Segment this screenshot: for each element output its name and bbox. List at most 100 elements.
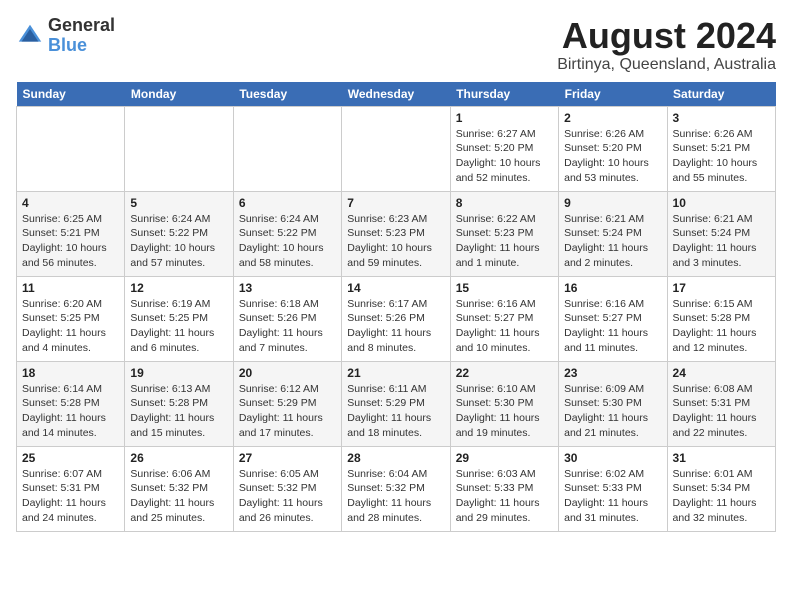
calendar-cell <box>125 106 233 191</box>
day-info: Sunrise: 6:12 AMSunset: 5:29 PMDaylight:… <box>239 382 336 441</box>
day-info: Sunrise: 6:17 AMSunset: 5:26 PMDaylight:… <box>347 297 444 356</box>
calendar-week-5: 25 Sunrise: 6:07 AMSunset: 5:31 PMDayligh… <box>17 446 776 531</box>
calendar-week-1: 1 Sunrise: 6:27 AMSunset: 5:20 PMDaylight… <box>17 106 776 191</box>
calendar-cell: 23 Sunrise: 6:09 AMSunset: 5:30 PMDayligh… <box>559 361 667 446</box>
calendar-cell: 4 Sunrise: 6:25 AMSunset: 5:21 PMDaylight… <box>17 191 125 276</box>
calendar-cell: 18 Sunrise: 6:14 AMSunset: 5:28 PMDayligh… <box>17 361 125 446</box>
calendar-cell: 30 Sunrise: 6:02 AMSunset: 5:33 PMDayligh… <box>559 446 667 531</box>
day-number: 25 <box>22 451 119 465</box>
header-friday: Friday <box>559 82 667 107</box>
calendar-cell: 17Sunrise: 6:15 AMSunset: 5:28 PMDayligh… <box>667 276 775 361</box>
calendar-table: SundayMondayTuesdayWednesdayThursdayFrid… <box>16 82 776 532</box>
page-header: General Blue August 2024 Birtinya, Queen… <box>16 16 776 74</box>
day-info: Sunrise: 6:08 AMSunset: 5:31 PMDaylight:… <box>673 382 770 441</box>
calendar-cell: 22 Sunrise: 6:10 AMSunset: 5:30 PMDayligh… <box>450 361 558 446</box>
calendar-cell: 21 Sunrise: 6:11 AMSunset: 5:29 PMDayligh… <box>342 361 450 446</box>
day-number: 16 <box>564 281 661 295</box>
calendar-cell: 8 Sunrise: 6:22 AMSunset: 5:23 PMDaylight… <box>450 191 558 276</box>
calendar-cell <box>342 106 450 191</box>
calendar-cell <box>17 106 125 191</box>
header-sunday: Sunday <box>17 82 125 107</box>
calendar-week-4: 18 Sunrise: 6:14 AMSunset: 5:28 PMDayligh… <box>17 361 776 446</box>
day-info: Sunrise: 6:22 AMSunset: 5:23 PMDaylight:… <box>456 212 553 271</box>
day-info: Sunrise: 6:24 AMSunset: 5:22 PMDaylight:… <box>239 212 336 271</box>
day-number: 21 <box>347 366 444 380</box>
calendar-cell: 31Sunrise: 6:01 AMSunset: 5:34 PMDayligh… <box>667 446 775 531</box>
calendar-cell: 15Sunrise: 6:16 AMSunset: 5:27 PMDayligh… <box>450 276 558 361</box>
calendar-cell: 6 Sunrise: 6:24 AMSunset: 5:22 PMDaylight… <box>233 191 341 276</box>
day-info: Sunrise: 6:27 AMSunset: 5:20 PMDaylight:… <box>456 127 553 186</box>
calendar-cell: 27 Sunrise: 6:05 AMSunset: 5:32 PMDayligh… <box>233 446 341 531</box>
day-number: 6 <box>239 196 336 210</box>
day-info: Sunrise: 6:07 AMSunset: 5:31 PMDaylight:… <box>22 467 119 526</box>
calendar-cell: 9 Sunrise: 6:21 AMSunset: 5:24 PMDaylight… <box>559 191 667 276</box>
calendar-cell: 13 Sunrise: 6:18 AMSunset: 5:26 PMDayligh… <box>233 276 341 361</box>
header-monday: Monday <box>125 82 233 107</box>
day-info: Sunrise: 6:16 AMSunset: 5:27 PMDaylight:… <box>456 297 553 356</box>
day-number: 4 <box>22 196 119 210</box>
day-number: 1 <box>456 111 553 125</box>
day-info: Sunrise: 6:25 AMSunset: 5:21 PMDaylight:… <box>22 212 119 271</box>
day-info: Sunrise: 6:11 AMSunset: 5:29 PMDaylight:… <box>347 382 444 441</box>
calendar-cell: 7 Sunrise: 6:23 AMSunset: 5:23 PMDaylight… <box>342 191 450 276</box>
calendar-cell: 1 Sunrise: 6:27 AMSunset: 5:20 PMDaylight… <box>450 106 558 191</box>
calendar-cell <box>233 106 341 191</box>
day-number: 31 <box>673 451 770 465</box>
day-number: 26 <box>130 451 227 465</box>
day-info: Sunrise: 6:03 AMSunset: 5:33 PMDaylight:… <box>456 467 553 526</box>
day-number: 9 <box>564 196 661 210</box>
day-info: Sunrise: 6:19 AMSunset: 5:25 PMDaylight:… <box>130 297 227 356</box>
day-number: 12 <box>130 281 227 295</box>
day-info: Sunrise: 6:18 AMSunset: 5:26 PMDaylight:… <box>239 297 336 356</box>
day-number: 8 <box>456 196 553 210</box>
day-info: Sunrise: 6:21 AMSunset: 5:24 PMDaylight:… <box>564 212 661 271</box>
day-number: 11 <box>22 281 119 295</box>
day-number: 13 <box>239 281 336 295</box>
header-tuesday: Tuesday <box>233 82 341 107</box>
day-info: Sunrise: 6:10 AMSunset: 5:30 PMDaylight:… <box>456 382 553 441</box>
calendar-week-2: 4 Sunrise: 6:25 AMSunset: 5:21 PMDaylight… <box>17 191 776 276</box>
day-number: 17 <box>673 281 770 295</box>
logo: General Blue <box>16 16 115 56</box>
day-info: Sunrise: 6:06 AMSunset: 5:32 PMDaylight:… <box>130 467 227 526</box>
day-info: Sunrise: 6:04 AMSunset: 5:32 PMDaylight:… <box>347 467 444 526</box>
day-number: 23 <box>564 366 661 380</box>
day-info: Sunrise: 6:02 AMSunset: 5:33 PMDaylight:… <box>564 467 661 526</box>
day-number: 24 <box>673 366 770 380</box>
day-info: Sunrise: 6:23 AMSunset: 5:23 PMDaylight:… <box>347 212 444 271</box>
day-info: Sunrise: 6:05 AMSunset: 5:32 PMDaylight:… <box>239 467 336 526</box>
header-wednesday: Wednesday <box>342 82 450 107</box>
calendar-cell: 24 Sunrise: 6:08 AMSunset: 5:31 PMDayligh… <box>667 361 775 446</box>
title-area: August 2024 Birtinya, Queensland, Austra… <box>557 16 776 74</box>
day-number: 28 <box>347 451 444 465</box>
day-number: 27 <box>239 451 336 465</box>
calendar-header-row: SundayMondayTuesdayWednesdayThursdayFrid… <box>17 82 776 107</box>
calendar-cell: 12 Sunrise: 6:19 AMSunset: 5:25 PMDayligh… <box>125 276 233 361</box>
day-number: 20 <box>239 366 336 380</box>
day-number: 22 <box>456 366 553 380</box>
day-info: Sunrise: 6:14 AMSunset: 5:28 PMDaylight:… <box>22 382 119 441</box>
calendar-week-3: 11 Sunrise: 6:20 AMSunset: 5:25 PMDayligh… <box>17 276 776 361</box>
day-number: 30 <box>564 451 661 465</box>
calendar-cell: 20 Sunrise: 6:12 AMSunset: 5:29 PMDayligh… <box>233 361 341 446</box>
day-number: 29 <box>456 451 553 465</box>
page-title: August 2024 <box>557 16 776 56</box>
day-number: 2 <box>564 111 661 125</box>
day-number: 18 <box>22 366 119 380</box>
day-number: 5 <box>130 196 227 210</box>
day-number: 10 <box>673 196 770 210</box>
day-number: 19 <box>130 366 227 380</box>
day-info: Sunrise: 6:24 AMSunset: 5:22 PMDaylight:… <box>130 212 227 271</box>
calendar-cell: 19Sunrise: 6:13 AMSunset: 5:28 PMDayligh… <box>125 361 233 446</box>
day-info: Sunrise: 6:09 AMSunset: 5:30 PMDaylight:… <box>564 382 661 441</box>
day-number: 3 <box>673 111 770 125</box>
day-number: 14 <box>347 281 444 295</box>
page-subtitle: Birtinya, Queensland, Australia <box>557 56 776 74</box>
calendar-cell: 25 Sunrise: 6:07 AMSunset: 5:31 PMDayligh… <box>17 446 125 531</box>
day-info: Sunrise: 6:20 AMSunset: 5:25 PMDaylight:… <box>22 297 119 356</box>
header-thursday: Thursday <box>450 82 558 107</box>
calendar-cell: 5 Sunrise: 6:24 AMSunset: 5:22 PMDaylight… <box>125 191 233 276</box>
calendar-cell: 3Sunrise: 6:26 AMSunset: 5:21 PMDaylight… <box>667 106 775 191</box>
day-number: 7 <box>347 196 444 210</box>
calendar-cell: 16Sunrise: 6:16 AMSunset: 5:27 PMDayligh… <box>559 276 667 361</box>
